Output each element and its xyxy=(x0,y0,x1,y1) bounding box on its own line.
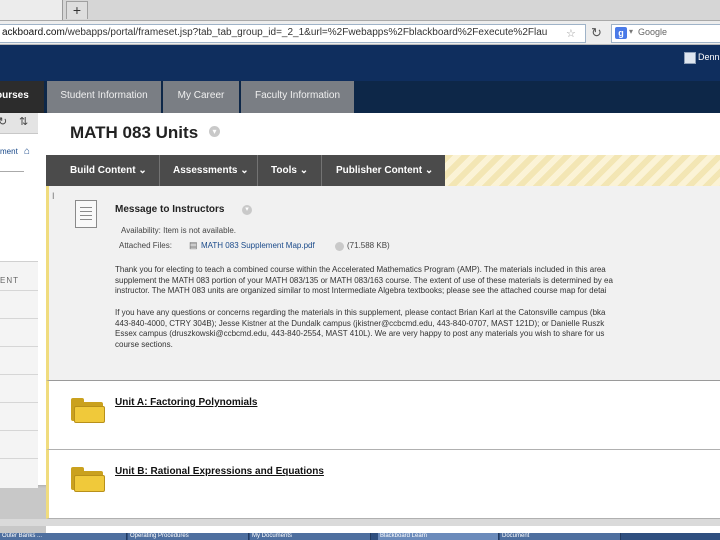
sort-icon[interactable]: ⇅ xyxy=(19,115,28,128)
title-options-chevron-icon[interactable]: ▾ xyxy=(209,126,220,137)
search-engine-dropdown-icon[interactable]: ▾ xyxy=(629,27,633,36)
build-content-label: Build Content xyxy=(70,165,136,176)
divider xyxy=(0,346,38,347)
divider xyxy=(0,430,38,431)
taskbar-item[interactable]: Document xyxy=(500,533,621,540)
divider xyxy=(0,290,38,291)
message-paragraph-line: instructor. The MATH 083 units are organ… xyxy=(115,286,607,295)
course-management-panel xyxy=(0,261,38,488)
message-paragraph-line: If you have any questions or concerns re… xyxy=(115,308,606,317)
page-title: MATH 083 Units xyxy=(70,123,199,142)
taskbar-item[interactable]: My Documents xyxy=(250,533,371,540)
assessments-button[interactable]: Assessments ⌄ xyxy=(173,155,249,186)
reload-icon[interactable]: ↻ xyxy=(591,25,602,41)
browser-tab-strip xyxy=(0,0,720,21)
folder-icon xyxy=(71,467,105,492)
course-management-heading: ENT xyxy=(0,276,19,285)
availability-text: Availability: Item is not available. xyxy=(121,226,237,235)
username-link[interactable]: Denni xyxy=(698,52,720,62)
message-paragraph-line: supplement the MATH 083 portion of your … xyxy=(115,275,613,285)
search-placeholder: Google xyxy=(638,27,668,37)
chevron-down-icon: ⌄ xyxy=(240,165,249,176)
taskbar-item[interactable]: Operating Procedures xyxy=(128,533,249,540)
course-menu-current-item[interactable]: ment xyxy=(0,147,18,156)
browser-tab[interactable] xyxy=(0,0,63,20)
course-menu: ↻ ⇅ ment ⌂ ENT xyxy=(0,113,47,488)
address-url: ackboard.com/webapps/portal/frameset.jsp… xyxy=(2,27,548,38)
unit-b-link[interactable]: Unit B: Rational Expressions and Equatio… xyxy=(115,466,324,477)
tab-my-career[interactable]: My Career xyxy=(163,81,239,113)
folder-icon xyxy=(71,398,105,423)
content-item-unit-a: Unit A: Factoring Polynomials xyxy=(46,381,720,450)
address-bar[interactable]: ackboard.com/webapps/portal/frameset.jsp… xyxy=(0,24,586,43)
home-icon[interactable]: ⌂ xyxy=(24,146,30,157)
divider xyxy=(321,155,322,186)
taskbar-item[interactable]: Outer Banks ... xyxy=(0,533,127,540)
divider xyxy=(0,374,38,375)
taskbar-item-active[interactable]: Blackboard Learn xyxy=(378,533,499,540)
document-icon xyxy=(75,200,97,228)
publisher-content-button[interactable]: Publisher Content ⌄ xyxy=(336,155,433,186)
message-paragraph-line: course sections. xyxy=(115,339,173,349)
attached-files-label: Attached Files: xyxy=(119,241,172,250)
content-area: MATH 083 Units ▾ Build Content ⌄ Assessm… xyxy=(46,113,720,540)
new-tab-button[interactable]: + xyxy=(66,1,88,19)
divider xyxy=(159,155,160,186)
unit-a-link[interactable]: Unit A: Factoring Polynomials xyxy=(115,397,257,408)
drag-handle-icon[interactable]: I xyxy=(52,191,55,201)
tab-student-information[interactable]: Student Information xyxy=(47,81,161,113)
item-options-chevron-icon[interactable]: ▾ xyxy=(242,205,252,215)
tab-courses-label: ourses xyxy=(0,90,29,101)
content-item-unit-b: Unit B: Rational Expressions and Equatio… xyxy=(46,450,720,519)
divider xyxy=(257,155,258,186)
tab-faculty-information[interactable]: Faculty Information xyxy=(241,81,354,113)
google-logo-icon: g xyxy=(615,27,627,39)
divider xyxy=(0,171,24,172)
attached-file-size: (71.588 KB) xyxy=(347,241,390,250)
content-item-message: I Message to Instructors ▾ Availability:… xyxy=(46,186,720,381)
divider xyxy=(0,458,38,459)
search-box[interactable]: g ▾ Google xyxy=(611,24,720,43)
item-title: Message to Instructors xyxy=(115,204,225,215)
course-menu-toolbar: ↻ ⇅ xyxy=(0,113,38,134)
attached-file-link[interactable]: MATH 083 Supplement Map.pdf xyxy=(201,241,315,250)
file-options-chevron-icon[interactable] xyxy=(335,242,344,251)
horizontal-scrollbar[interactable] xyxy=(0,519,720,526)
tools-button[interactable]: Tools ⌄ xyxy=(271,155,308,186)
chevron-down-icon: ⌄ xyxy=(138,165,147,176)
chevron-down-icon: ⌄ xyxy=(424,165,434,176)
tab-courses[interactable]: ourses xyxy=(0,81,44,113)
url-domain: ackboard.com xyxy=(2,27,65,38)
message-paragraph-line: 443-840-4000, CTRY 304B); Jesse Kistner … xyxy=(115,318,605,328)
tools-label: Tools xyxy=(271,165,297,176)
url-path: /webapps/portal/frameset.jsp?tab_tab_gro… xyxy=(64,27,548,38)
user-avatar-icon xyxy=(684,52,696,64)
build-content-button[interactable]: Build Content ⌄ xyxy=(70,155,147,186)
message-paragraph-line: Thank you for electing to teach a combin… xyxy=(115,265,606,274)
blackboard-header xyxy=(0,45,720,81)
refresh-icon[interactable]: ↻ xyxy=(0,115,7,128)
chevron-down-icon: ⌄ xyxy=(299,165,309,176)
message-paragraph-line: Essex campus (druszkowski@ccbcmd.edu, 44… xyxy=(115,329,605,338)
bookmark-star-icon[interactable]: ☆ xyxy=(566,27,576,40)
divider xyxy=(0,402,38,403)
divider xyxy=(0,318,38,319)
assessments-label: Assessments xyxy=(173,165,238,176)
publisher-content-label: Publisher Content xyxy=(336,165,423,176)
file-icon: ▤ xyxy=(189,240,198,250)
